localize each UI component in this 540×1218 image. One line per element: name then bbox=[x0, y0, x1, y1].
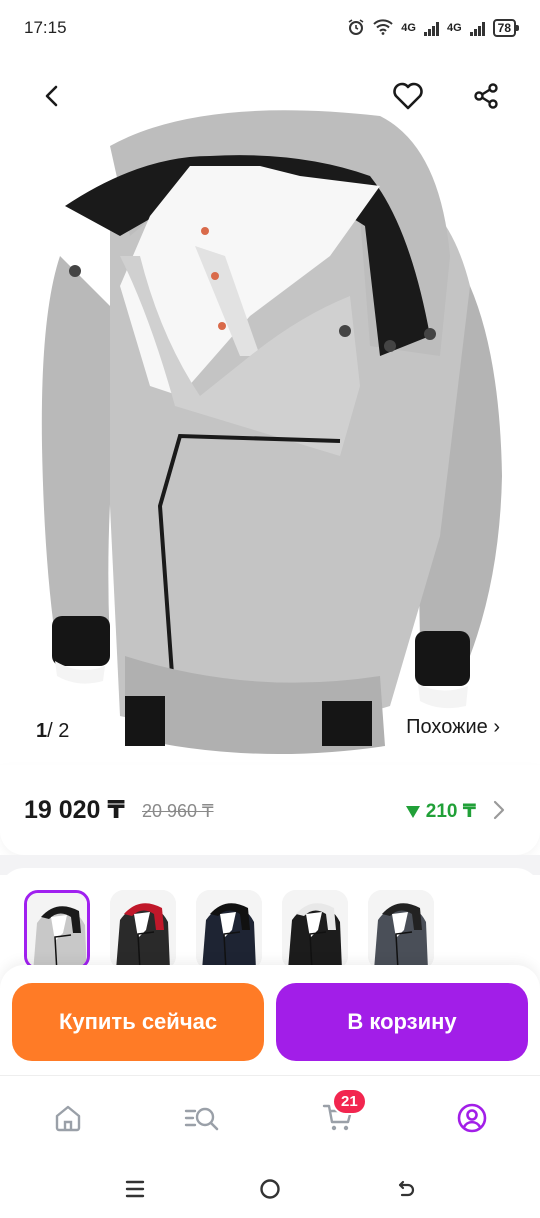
nav-cart[interactable]: 21 bbox=[318, 1088, 367, 1138]
action-bar: Купить сейчас В корзину bbox=[0, 965, 540, 1075]
share-icon bbox=[474, 83, 498, 109]
status-icons: 4G 4G 78 bbox=[347, 18, 520, 39]
old-price: 20 960 ₸ bbox=[142, 801, 214, 821]
nav-catalog-search[interactable] bbox=[182, 1098, 222, 1138]
variant-jacket-image bbox=[110, 890, 176, 970]
variant-jacket-image bbox=[27, 893, 87, 967]
battery-icon: 78 bbox=[492, 19, 520, 37]
variant-thumbnail-darkgrey[interactable] bbox=[368, 890, 434, 970]
share-button[interactable] bbox=[464, 74, 508, 118]
system-navigation-bar bbox=[0, 1160, 540, 1218]
profile-icon bbox=[457, 1103, 487, 1133]
price-card[interactable]: 19 020 ₸ 20 960 ₸ 210 ₸ bbox=[0, 765, 540, 855]
home-icon bbox=[55, 1105, 81, 1132]
image-counter: 1/ 2 bbox=[36, 720, 69, 743]
favorite-button[interactable] bbox=[386, 74, 430, 118]
variant-jacket-image bbox=[368, 890, 434, 970]
wifi-icon bbox=[373, 18, 393, 38]
add-to-cart-button[interactable]: В корзину bbox=[276, 983, 528, 1061]
circle-home-icon bbox=[260, 1179, 280, 1199]
image-counter-total: / 2 bbox=[47, 720, 70, 742]
chevron-right-icon[interactable] bbox=[492, 799, 506, 826]
nav-profile[interactable] bbox=[452, 1098, 492, 1138]
status-time: 17:15 bbox=[24, 18, 67, 37]
current-price: 19 020 ₸ bbox=[24, 796, 125, 824]
buy-now-button[interactable]: Купить сейчас bbox=[12, 983, 264, 1061]
variant-thumbnail-black-red[interactable] bbox=[110, 890, 176, 970]
similar-products-link[interactable]: Похожие › bbox=[406, 716, 500, 739]
back-arrow-icon bbox=[45, 85, 58, 107]
cashback-value: 210 ₸ bbox=[425, 801, 476, 822]
search-catalog-icon bbox=[184, 1107, 219, 1131]
variant-jacket-image bbox=[282, 890, 348, 970]
bottom-navigation: 21 bbox=[0, 1075, 540, 1160]
down-triangle-icon bbox=[405, 805, 420, 818]
alarm-icon bbox=[347, 18, 365, 39]
home-system-button[interactable] bbox=[255, 1174, 285, 1204]
cart-count-badge: 21 bbox=[332, 1088, 367, 1115]
variant-thumbnail-navy-white[interactable] bbox=[196, 890, 262, 970]
variant-jacket-image bbox=[196, 890, 262, 970]
heart-icon bbox=[393, 82, 423, 110]
back-system-icon bbox=[398, 1180, 415, 1197]
nav-home[interactable] bbox=[48, 1098, 88, 1138]
product-image bbox=[41, 110, 502, 754]
variant-thumbnail-black-white[interactable] bbox=[282, 890, 348, 970]
back-button[interactable] bbox=[30, 74, 74, 118]
variant-selector bbox=[0, 868, 540, 978]
network-label-2: 4G bbox=[446, 22, 462, 34]
product-gallery[interactable]: 1/ 2 Похожие › bbox=[0, 56, 540, 776]
back-system-button[interactable] bbox=[390, 1174, 420, 1204]
similar-products-label: Похожие › bbox=[406, 716, 500, 738]
menu-lines-icon bbox=[125, 1180, 145, 1198]
signal-icon-1 bbox=[423, 20, 439, 36]
image-counter-current: 1 bbox=[36, 720, 48, 742]
network-label-1: 4G bbox=[401, 22, 416, 34]
status-bar: 17:15 4G 4G 78 bbox=[0, 0, 540, 56]
recent-apps-button[interactable] bbox=[120, 1174, 150, 1204]
signal-icon-2 bbox=[469, 20, 485, 36]
variant-thumbnail-grey-white[interactable] bbox=[24, 890, 90, 970]
cashback-amount: 210 ₸ bbox=[405, 800, 476, 823]
